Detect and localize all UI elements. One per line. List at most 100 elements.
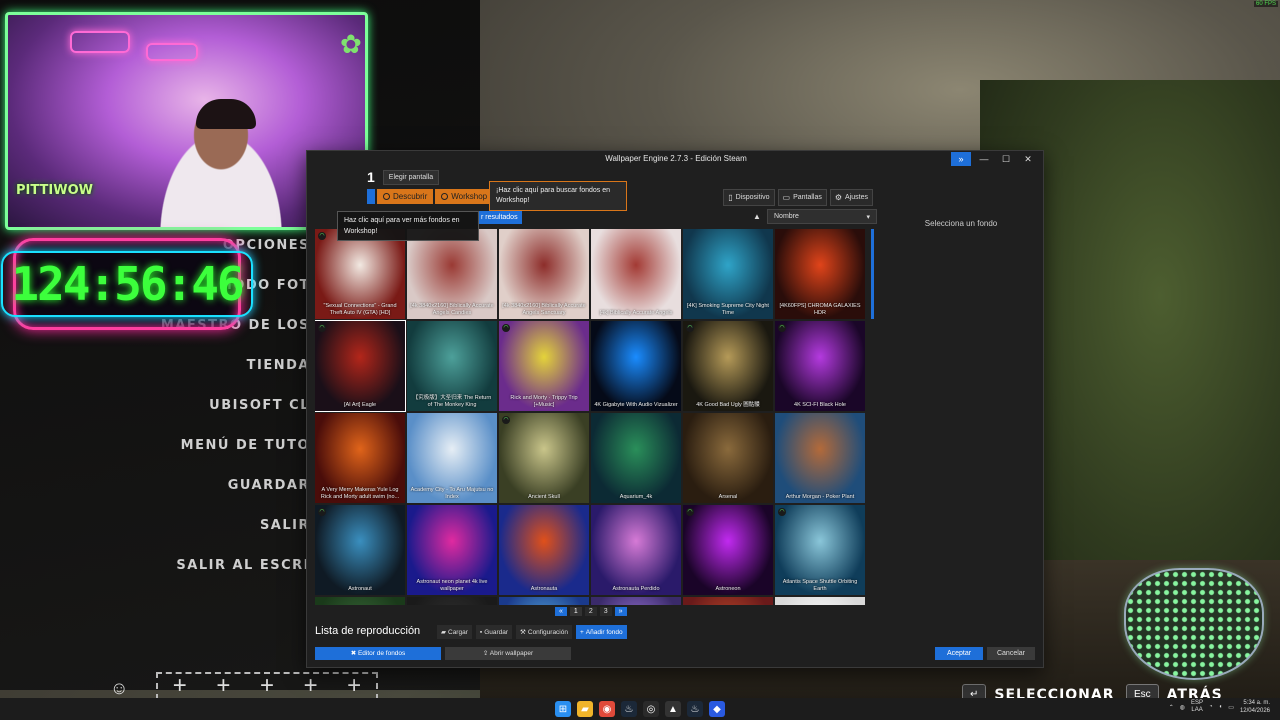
tab-workshop[interactable]: Workshop xyxy=(435,189,494,204)
settings-button[interactable]: ⚙ Ajustes xyxy=(829,189,873,206)
add-slot-icon[interactable]: + xyxy=(216,674,230,698)
file-explorer-icon[interactable]: ▰ xyxy=(577,701,593,717)
wallpaper-tile[interactable] xyxy=(407,597,497,605)
grid-scrollbar[interactable] xyxy=(871,229,874,319)
filter-results-button[interactable]: r resultados xyxy=(477,211,522,224)
add-slot-icon[interactable]: + xyxy=(304,674,318,698)
volume-icon[interactable]: ◖ xyxy=(1219,704,1223,710)
game-menu-item[interactable]: MENÚ DE TUTO xyxy=(161,432,310,472)
wallpaper-tile[interactable]: Aquarium_4k xyxy=(591,413,681,503)
game-menu-item[interactable]: TIENDA xyxy=(161,352,310,392)
tab-installed[interactable] xyxy=(367,189,375,204)
save-button[interactable]: ▪ Guardar xyxy=(475,625,513,639)
wallpaper-tile[interactable]: A Very Merry Makeras Yule Log Rick and M… xyxy=(315,413,405,503)
wallpaper-tile[interactable]: Academy City - To Aru Majutsu no Index xyxy=(407,413,497,503)
close-button[interactable]: ✕ xyxy=(1017,151,1039,167)
wallpaper-tile[interactable]: ◠ 4K SCI-FI Black Hole xyxy=(775,321,865,411)
battery-icon[interactable]: ▭ xyxy=(1228,704,1234,711)
next-page-button[interactable]: » xyxy=(614,607,627,616)
prev-page-button[interactable]: « xyxy=(555,607,567,616)
wallpaper-tile[interactable]: ◠ "Sexual Connections" - Grand Theft Auto… xyxy=(315,229,405,319)
wallpaper-tile[interactable]: [4k 3840x2160] Biblically Accurate Angel… xyxy=(499,229,589,319)
wallpaper-tile[interactable]: ◠ Ancient Skull xyxy=(499,413,589,503)
add-slot-icon[interactable]: + xyxy=(260,674,274,698)
wifi-badge-icon: ◠ xyxy=(686,508,694,516)
wallpaper-tile[interactable]: Astronaut neon planet 4k live wallpaper xyxy=(407,505,497,595)
tab-discover[interactable]: Descubrir xyxy=(377,189,434,204)
wallpaper-title: [4k] Biblically Accurate Angels xyxy=(599,310,673,316)
device-button[interactable]: ▯ Dispositivo xyxy=(723,189,775,206)
wallpaper-tile[interactable]: Astronauta Perdido xyxy=(591,505,681,595)
wallpaper-tile[interactable]: ◠ Astronaut xyxy=(315,505,405,595)
wallpaper-tile[interactable]: 4K Gigabyte With Audio Vizualizer xyxy=(591,321,681,411)
sort-direction-icon[interactable]: ▲ xyxy=(753,212,761,221)
wallpaper-tile[interactable] xyxy=(499,597,589,605)
page-3-button[interactable]: 3 xyxy=(599,607,612,616)
game-menu-item[interactable]: GUARDAR xyxy=(161,472,310,512)
wallpaper-tile[interactable]: Arsenal xyxy=(683,413,773,503)
wifi-badge-icon: ◠ xyxy=(686,324,694,332)
wallpaper-tile[interactable]: [4K] Smoking Supreme City Night Time xyxy=(683,229,773,319)
wallpaper-tile[interactable]: [4k 3840x2160] Biblically Accurate Angel… xyxy=(407,229,497,319)
add-slot-icon[interactable]: + xyxy=(347,674,361,698)
wallpaper-tile[interactable]: [4K60FPS] CHROMA GALAXIES HDR xyxy=(775,229,865,319)
wallpaper-tile[interactable]: Arthur Morgan - Poker Plant xyxy=(775,413,865,503)
network-icon[interactable]: ◍ xyxy=(1180,704,1185,711)
fps-counter: 60 FPS xyxy=(1253,1,1278,7)
game-menu-item[interactable]: UBISOFT CL xyxy=(161,392,310,432)
config-button[interactable]: ⚒ Configuración xyxy=(516,625,572,639)
accept-button[interactable]: Aceptar xyxy=(935,647,983,660)
main-tabs: Descubrir Workshop xyxy=(367,189,494,204)
wallpaper-tile[interactable] xyxy=(315,597,405,605)
add-wallpaper-button[interactable]: + Añadir fondo xyxy=(575,625,627,639)
preview-panel-hint: Selecciona un fondo xyxy=(924,219,998,228)
minimize-button[interactable]: — xyxy=(973,151,995,167)
wifi-icon[interactable]: ◔ xyxy=(1209,704,1213,710)
open-wallpaper-button[interactable]: ⇪ Abrir wallpaper xyxy=(445,647,571,660)
wallpaper-tile[interactable] xyxy=(775,597,865,605)
wallpaper-tile[interactable] xyxy=(591,597,681,605)
language-indicator[interactable]: ESP LAA xyxy=(1191,700,1203,714)
app-icon[interactable]: ◆ xyxy=(709,701,725,717)
cancel-button[interactable]: Cancelar xyxy=(987,647,1035,660)
wallpaper-title: 4K SCI-FI Black Hole xyxy=(794,402,846,408)
screens-button[interactable]: ▭ Pantallas xyxy=(777,189,827,206)
game-menu-item[interactable]: SALIR AL ESCRI xyxy=(161,552,310,592)
load-button[interactable]: ▰ Cargar xyxy=(437,625,472,639)
wallpaper-title: 4K Good Bad Ugly 圖骷髅 xyxy=(696,402,760,408)
game-menu-item[interactable]: SALIR xyxy=(161,512,310,552)
wallpaper-tile[interactable]: ◠ Rick and Morty · Trippy Trip [+Music] xyxy=(499,321,589,411)
wallpaper-tile[interactable]: [4k] Biblically Accurate Angels xyxy=(591,229,681,319)
expand-panel-button[interactable]: » xyxy=(951,152,971,166)
wallpaper-tile[interactable]: ◠ 4K Good Bad Ugly 圖骷髅 xyxy=(683,321,773,411)
steam-icon-2[interactable]: ♨ xyxy=(687,701,703,717)
streamer-logo: PITTIWOW xyxy=(16,183,93,198)
add-slot-icon[interactable]: + xyxy=(173,674,187,698)
clock[interactable]: 5:34 a. m. 12/04/2026 xyxy=(1240,699,1270,715)
wallpaper-tile[interactable]: Astronauta xyxy=(499,505,589,595)
epic-icon[interactable]: ▲ xyxy=(665,701,681,717)
wallpaper-title: Rick and Morty · Trippy Trip [+Music] xyxy=(510,395,578,408)
obs-icon[interactable]: ◎ xyxy=(643,701,659,717)
open-label: Abrir wallpaper xyxy=(489,650,534,657)
wallpaper-editor-button[interactable]: ✖ Editor de fondos xyxy=(315,647,441,660)
load-label: Cargar xyxy=(448,628,468,636)
stream-timer: 124:56:46 xyxy=(1,238,253,330)
wallpaper-tile[interactable]: ◠ Astroneon xyxy=(683,505,773,595)
page-2-button[interactable]: 2 xyxy=(584,607,597,616)
chevron-up-icon[interactable]: ⌃ xyxy=(1169,704,1174,711)
wallpaper-title: A Very Merry Makeras Yule Log Rick and M… xyxy=(320,487,400,500)
upload-icon: ⇪ xyxy=(482,650,489,657)
wallpaper-tile[interactable]: 【究极版】大圣归来 The Return of The Monkey King xyxy=(407,321,497,411)
choose-screen-button[interactable]: Elegir pantalla xyxy=(382,169,440,185)
page-1-button[interactable]: 1 xyxy=(569,607,582,616)
wallpaper-tile[interactable] xyxy=(683,597,773,605)
maximize-button[interactable]: ☐ xyxy=(995,151,1017,167)
title-bar[interactable]: Wallpaper Engine 2.7.3 - Edición Steam »… xyxy=(307,151,1043,167)
chrome-icon[interactable]: ◉ xyxy=(599,701,615,717)
steam-icon[interactable]: ♨ xyxy=(621,701,637,717)
sort-dropdown[interactable]: Nombre ▾ xyxy=(767,209,877,224)
wallpaper-tile[interactable]: ◠ [AI Art] Eagle xyxy=(315,320,406,412)
windows-start-icon[interactable]: ⊞ xyxy=(555,701,571,717)
wallpaper-tile[interactable]: ◠ Atlantis Space Shuttle Orbiting Earth xyxy=(775,505,865,595)
